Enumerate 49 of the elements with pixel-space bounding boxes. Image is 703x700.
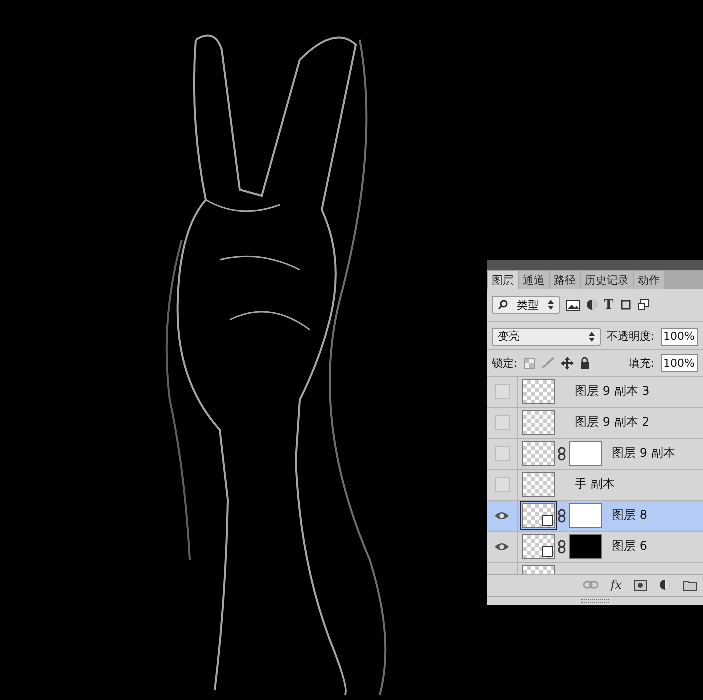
fill-label: 填充: bbox=[628, 356, 655, 371]
opacity-field[interactable]: 100% bbox=[660, 328, 698, 346]
crop-frame-icon[interactable] bbox=[620, 299, 632, 312]
visibility-toggle[interactable] bbox=[494, 477, 510, 492]
layer-row[interactable]: 图层 9 副本 bbox=[487, 438, 703, 470]
text-icon[interactable]: T bbox=[604, 298, 614, 313]
layer-row[interactable]: 手 副本 bbox=[487, 470, 703, 501]
fill-field[interactable]: 100% bbox=[660, 354, 698, 372]
layer-row[interactable]: 图层 8 bbox=[487, 500, 703, 532]
layer-name: 图层 9 副本 2 bbox=[575, 414, 650, 432]
chain-link-icon bbox=[558, 446, 566, 461]
layer-name: 图层 9 副本 bbox=[612, 445, 676, 462]
lock-label: 锁定: bbox=[492, 356, 518, 371]
layer-thumbnail bbox=[522, 379, 555, 404]
up-down-arrows-icon bbox=[588, 332, 595, 342]
layer-name: 图层 6 bbox=[612, 538, 648, 556]
lock-icon[interactable] bbox=[580, 357, 590, 370]
layer-thumbnail bbox=[522, 472, 555, 498]
up-down-arrows-icon bbox=[548, 300, 554, 310]
panel-tab[interactable]: 动作 bbox=[634, 271, 664, 290]
visibility-toggle[interactable] bbox=[494, 384, 510, 400]
layer-row[interactable]: 图层 9 副本 3 bbox=[487, 376, 703, 408]
visibility-toggle[interactable] bbox=[494, 446, 510, 462]
panel-tab[interactable]: 通道 bbox=[519, 271, 549, 290]
layer-row[interactable]: 图层 6 bbox=[487, 532, 703, 563]
move-icon[interactable] bbox=[560, 356, 574, 370]
smart-object-filter-icon[interactable] bbox=[638, 299, 650, 312]
folder-icon[interactable] bbox=[683, 580, 697, 591]
blend-mode-dropdown[interactable]: 变亮 bbox=[492, 328, 601, 346]
layer-name: 图层 9 副本 3 bbox=[575, 383, 650, 400]
layer-thumbnail bbox=[522, 410, 555, 436]
layer-name: 手 副本 bbox=[575, 476, 615, 494]
chain-link-icon bbox=[558, 508, 566, 523]
chain-link-icon bbox=[558, 540, 566, 554]
visibility-toggle[interactable] bbox=[494, 415, 510, 430]
image-icon[interactable] bbox=[566, 300, 580, 311]
layer-thumbnail bbox=[522, 441, 555, 466]
layer-name: 图层 8 bbox=[612, 507, 648, 524]
panel-tab[interactable]: 路径 bbox=[550, 271, 580, 290]
filter-dropdown[interactable]: 类型 bbox=[492, 296, 560, 314]
opacity-label: 不透明度: bbox=[606, 329, 655, 344]
adjustment-layer-icon[interactable] bbox=[659, 579, 671, 592]
add-mask-icon[interactable] bbox=[634, 580, 647, 591]
search-icon bbox=[498, 300, 508, 310]
half-circle-icon[interactable] bbox=[586, 299, 598, 312]
panel-tab[interactable]: 历史记录 bbox=[581, 271, 633, 290]
panel-tab[interactable]: 图层 bbox=[488, 271, 518, 290]
layer-effects-button[interactable]: fx bbox=[610, 578, 622, 592]
layer-row[interactable]: 图层 9 副本 2 bbox=[487, 408, 703, 439]
